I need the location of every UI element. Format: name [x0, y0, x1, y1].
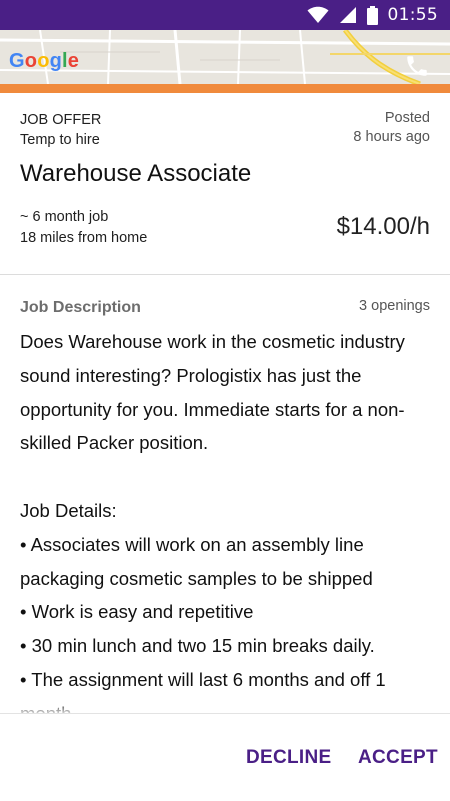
phone-icon[interactable]	[404, 53, 430, 79]
clock-time: 01:55	[387, 5, 438, 25]
google-logo: Google	[9, 50, 80, 72]
job-duration: ~ 6 month job	[20, 209, 109, 225]
job-description-section[interactable]: Job Description 3 openings Does Warehous…	[0, 275, 450, 713]
accent-strip	[0, 84, 450, 93]
signal-icon	[339, 7, 356, 23]
posted-label: Posted	[384, 110, 430, 126]
scroll-fade	[0, 700, 450, 714]
job-distance: 18 miles from home	[20, 230, 148, 246]
accept-button[interactable]: ACCEPT	[358, 747, 438, 769]
description-heading: Job Description	[20, 299, 141, 316]
hourly-wage: $14.00/h	[336, 213, 430, 240]
description-body: Does Warehouse work in the cosmetic indu…	[20, 331, 405, 713]
wifi-icon	[307, 6, 328, 23]
battery-icon	[366, 5, 378, 25]
posted-time: 8 hours ago	[353, 129, 430, 145]
decline-button[interactable]: DECLINE	[246, 747, 332, 769]
status-bar: 01:55	[0, 0, 450, 30]
job-offer-card: JOB OFFER Temp to hire Posted 8 hours ag…	[0, 93, 450, 275]
status-icons: 01:55	[307, 4, 439, 26]
job-title: Warehouse Associate	[20, 160, 252, 187]
employment-type: Temp to hire	[20, 132, 100, 148]
openings-count: 3 openings	[359, 298, 430, 314]
action-bar: DECLINE ACCEPT	[0, 713, 450, 801]
job-offer-label: JOB OFFER	[20, 112, 102, 128]
